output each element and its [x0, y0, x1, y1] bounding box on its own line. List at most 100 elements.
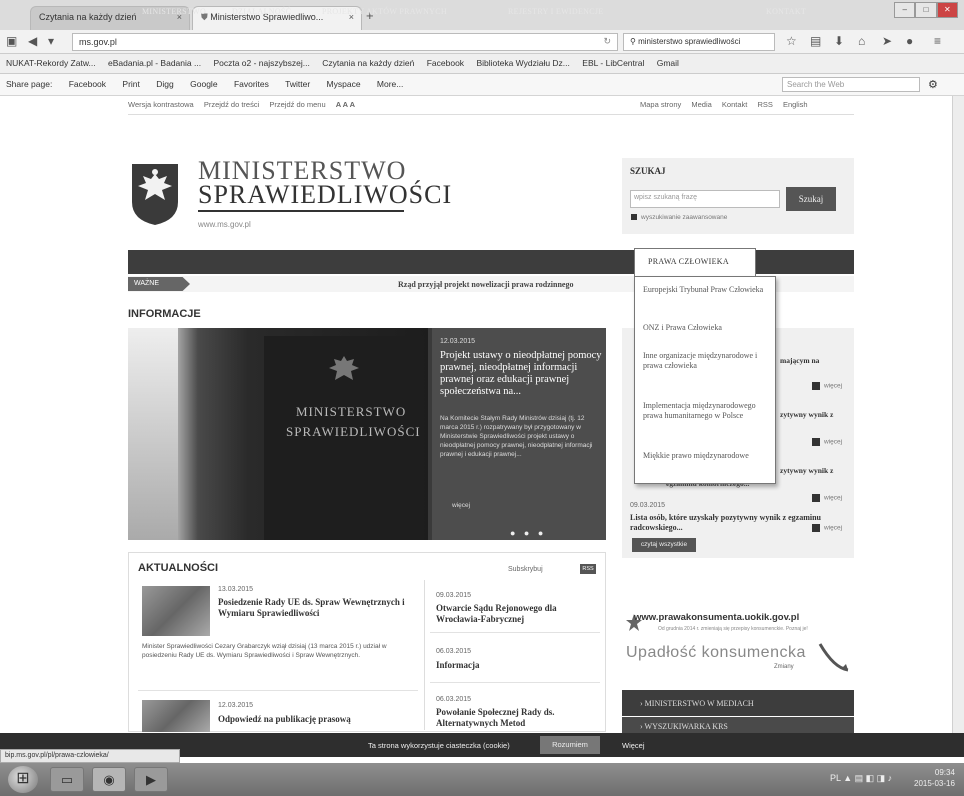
dropdown-item-implementacja[interactable]: Implementacja międzynarodowego prawa hum…	[643, 401, 771, 421]
star-icon[interactable]: ☆	[786, 34, 797, 48]
page-scrollbar[interactable]	[952, 96, 964, 749]
bookmark-item[interactable]: eBadania.pl - Badania ...	[108, 58, 201, 68]
news-column-divider	[424, 580, 425, 730]
news-title[interactable]: Posiedzenie Rady UE ds. Spraw Wewnętrzny…	[218, 597, 414, 619]
dropdown-item-etpc[interactable]: Europejski Trybunał Praw Człowieka	[643, 285, 771, 295]
sidebar-link-media[interactable]: › MINISTERSTWO W MEDIACH	[622, 690, 854, 716]
chat-icon[interactable]: ●	[906, 34, 913, 48]
page-menu-icon[interactable]: ▣	[6, 34, 17, 48]
news-separator	[430, 632, 600, 633]
close-window-icon[interactable]: ✕	[936, 2, 958, 18]
nav-ministerstwo[interactable]: MINISTERSTWO	[142, 7, 206, 16]
news-title[interactable]: Informacja	[436, 660, 596, 671]
read-all-button[interactable]: czytaj wszystkie	[632, 538, 696, 552]
search-button[interactable]: Szukaj	[786, 187, 836, 211]
firefox-icon[interactable]: ◉	[92, 767, 126, 792]
nav-rejestry[interactable]: REJESTRY I EWIDENCJE	[508, 7, 603, 16]
hero-more-link[interactable]: więcej	[452, 502, 470, 509]
share-digg[interactable]: Digg	[156, 79, 173, 89]
ticker-headline[interactable]: Rząd przyjął projekt nowelizacji prawa r…	[398, 280, 573, 289]
news-title[interactable]: Powołanie Społecznej Rady ds. Alternatyw…	[436, 707, 602, 729]
tab-label: Czytania na każdy dzień	[39, 12, 137, 22]
back-icon[interactable]: ◀	[28, 34, 37, 48]
share-print[interactable]: Print	[122, 79, 139, 89]
share-myspace[interactable]: Myspace	[327, 79, 361, 89]
dropdown-item-inne[interactable]: Inne organizacje międzynarodowe i prawa …	[643, 351, 771, 371]
share-favorites[interactable]: Favorites	[234, 79, 269, 89]
site-search-input[interactable]: wpisz szukaną frazę	[630, 190, 780, 208]
uokik-banner-link[interactable]: www.prawakonsumenta.uokik.gov.pl	[634, 612, 799, 623]
english-link[interactable]: English	[783, 100, 808, 109]
menu-icon[interactable]: ≡	[934, 34, 941, 48]
more-label: więcej	[824, 524, 843, 532]
news-thumbnail[interactable]	[142, 586, 210, 636]
media-link[interactable]: Media	[691, 100, 711, 109]
share-facebook[interactable]: Facebook	[69, 79, 106, 89]
contrast-link[interactable]: Wersja kontrastowa	[128, 100, 194, 109]
dropdown-item-onz[interactable]: ONZ i Prawa Człowieka	[643, 323, 771, 333]
bookmark-item[interactable]: Facebook	[427, 58, 464, 68]
bookmark-item[interactable]: NUKAT-Rekordy Zatw...	[6, 58, 96, 68]
slider-dots[interactable]: ● ● ●	[510, 528, 546, 538]
nav-prawa-czlowieka[interactable]: PRAWA CZŁOWIEKA	[648, 257, 729, 266]
history-icon[interactable]: ▾	[48, 34, 54, 48]
send-icon[interactable]: ➤	[882, 34, 892, 48]
search-title: SZUKAJ	[630, 166, 666, 176]
nav-projekty[interactable]: PROJEKTY AKTÓW PRAWNYCH	[322, 7, 447, 16]
upadlosc-banner-link[interactable]: Upadłość konsumencka	[626, 644, 806, 662]
more-link[interactable]: więcej	[812, 438, 842, 446]
address-bar[interactable]: ms.gov.pl ↻	[72, 33, 618, 51]
cookie-accept-button[interactable]: Rozumiem	[540, 736, 600, 754]
media-player-icon[interactable]: ▶	[134, 767, 168, 792]
share-google[interactable]: Google	[190, 79, 217, 89]
news-date: 13.03.2015	[218, 586, 254, 593]
font-size-link[interactable]: A A A	[336, 100, 355, 109]
minimize-icon[interactable]: –	[894, 2, 916, 18]
bookmark-item[interactable]: Poczta o2 - najszybszej...	[213, 58, 309, 68]
share-twitter[interactable]: Twitter	[285, 79, 310, 89]
hero-headline[interactable]: Projekt ustawy o nieodpłatnej pomocy pra…	[440, 350, 604, 398]
gear-icon[interactable]: ⚙	[928, 78, 938, 91]
contact-link[interactable]: Kontakt	[722, 100, 747, 109]
advanced-search-link[interactable]: wyszukiwanie zaawansowane	[631, 214, 727, 221]
news-title[interactable]: Odpowiedź na publikację prasową	[218, 714, 414, 725]
arrow-square-icon	[812, 438, 820, 446]
download-icon[interactable]: ⬇	[834, 34, 844, 48]
section-title-informacje: INFORMACJE	[128, 308, 201, 320]
rss-link[interactable]: RSS	[757, 100, 772, 109]
share-more[interactable]: More...	[377, 79, 403, 89]
reload-icon[interactable]: ↻	[603, 36, 611, 47]
news-title[interactable]: Otwarcie Sądu Rejonowego dla Wrocławia-F…	[436, 603, 596, 625]
browser-search-input[interactable]: ⚲ ministerstwo sprawiedliwości	[623, 33, 775, 51]
explorer-icon[interactable]: ▭	[50, 767, 84, 792]
right-news-fragment-2[interactable]: zytywny wynik z	[780, 410, 833, 419]
nav-kontakt[interactable]: KONTAKT	[766, 7, 806, 16]
sitemap-link[interactable]: Mapa strony	[640, 100, 681, 109]
dropdown-item-miekkie[interactable]: Miękkie prawo międzynarodowe	[643, 451, 771, 461]
bookmark-item[interactable]: Gmail	[657, 58, 679, 68]
web-search-input[interactable]: Search the Web	[782, 77, 920, 92]
news-thumbnail[interactable]	[142, 700, 210, 732]
subscribe-link[interactable]: Subskrybuj	[508, 566, 543, 573]
bookmark-item[interactable]: EBL - LibCentral	[582, 58, 644, 68]
cookie-more-link[interactable]: Więcej	[622, 741, 645, 750]
more-link[interactable]: więcej	[812, 524, 842, 532]
clipboard-icon[interactable]: ▤	[810, 34, 821, 48]
bookmark-item[interactable]: Czytania na każdy dzień	[322, 58, 414, 68]
skip-menu-link[interactable]: Przejdź do menu	[269, 100, 325, 109]
bookmark-item[interactable]: Biblioteka Wydziału Dz...	[476, 58, 569, 68]
rss-icon[interactable]: RSS	[580, 564, 596, 574]
more-link[interactable]: więcej	[812, 494, 842, 502]
more-link[interactable]: więcej	[812, 382, 842, 390]
start-button[interactable]: ⊞	[8, 766, 38, 793]
home-icon[interactable]: ⌂	[858, 34, 865, 48]
maximize-icon[interactable]: □	[915, 2, 937, 18]
news-date: 12.03.2015	[218, 702, 254, 709]
right-news-fragment-3[interactable]: zytywny wynik z	[780, 466, 833, 475]
system-tray[interactable]: PL ▲ ▤ ◧ ◨ ♪	[830, 773, 892, 784]
clock[interactable]: 09:34 2015-03-16	[914, 767, 955, 789]
right-news-fragment-1[interactable]: mającym na	[780, 356, 819, 365]
nav-dzialalnosc[interactable]: DZIAŁALNOŚĆ	[232, 7, 291, 16]
skip-content-link[interactable]: Przejdź do treści	[204, 100, 259, 109]
news-separator	[138, 690, 418, 691]
